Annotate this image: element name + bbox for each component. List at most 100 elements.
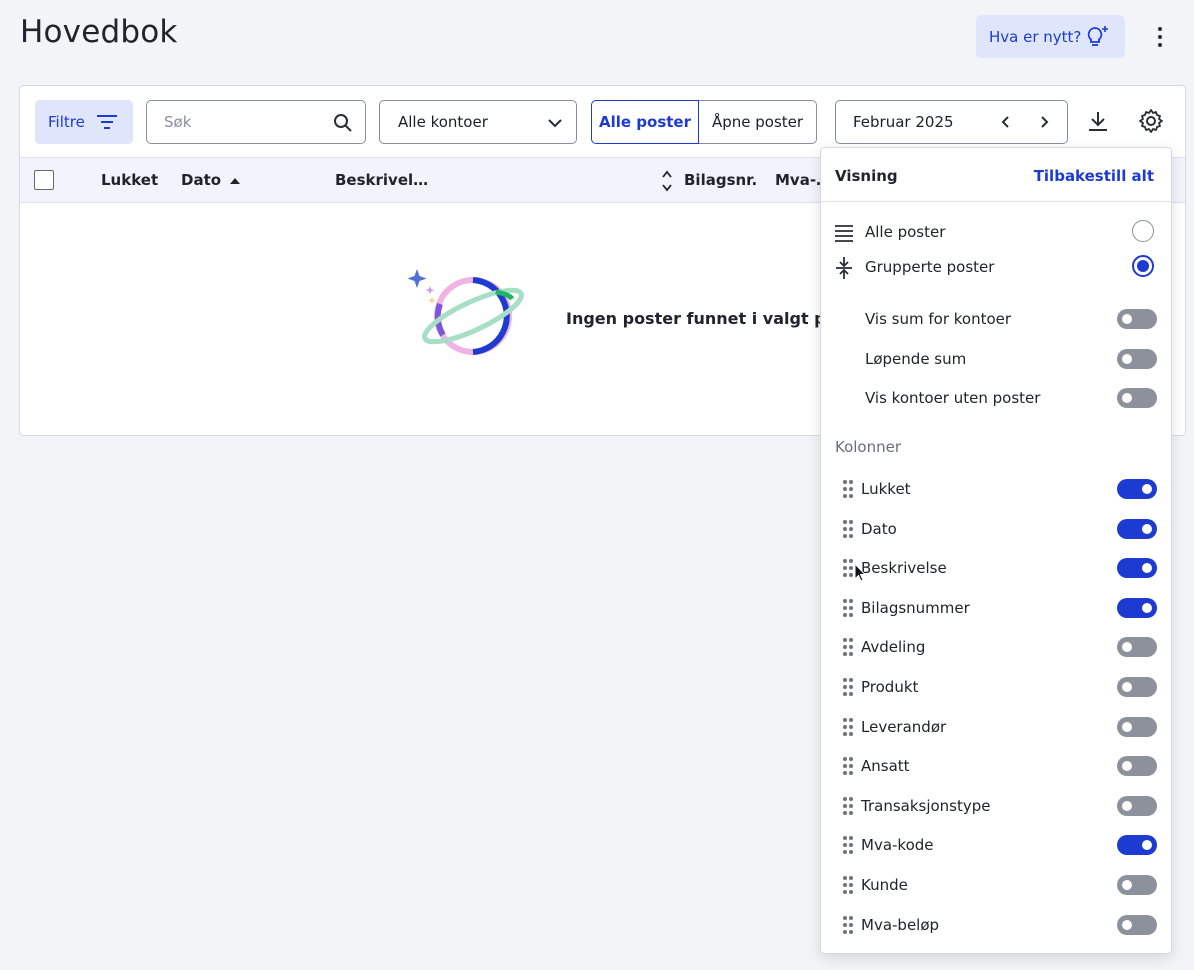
segment-open-entries[interactable]: Åpne poster <box>699 100 817 144</box>
collapse-rows-icon <box>836 257 852 279</box>
whats-new-label: Hva er nytt? <box>989 27 1082 46</box>
column-toggle-switch[interactable] <box>1117 479 1157 499</box>
column-toggle-row: Avdeling <box>821 632 1171 662</box>
column-toggle-label: Lukket <box>861 480 911 498</box>
column-header-description[interactable]: Beskrivel… <box>335 171 428 189</box>
download-icon[interactable] <box>1087 110 1109 132</box>
display-toggle-row: Vis kontoer uten poster <box>821 383 1171 413</box>
drag-handle-icon[interactable] <box>843 559 853 578</box>
search-input[interactable] <box>147 101 327 143</box>
filter-button[interactable]: Filtre <box>35 100 133 144</box>
view-option-grouped-radio[interactable] <box>1132 255 1154 277</box>
display-toggle-switch[interactable] <box>1117 348 1157 369</box>
account-select-value: Alle kontoer <box>398 113 488 131</box>
drag-handle-icon[interactable] <box>843 480 853 498</box>
search-icon[interactable] <box>333 113 353 133</box>
column-toggle-label: Bilagsnummer <box>861 598 970 617</box>
column-toggle-switch[interactable] <box>1117 518 1157 539</box>
column-toggle-switch[interactable] <box>1117 716 1157 737</box>
segment-all-entries[interactable]: Alle poster <box>591 100 699 144</box>
period-picker: Februar 2025 <box>835 100 1068 144</box>
reset-all-link[interactable]: Tilbakestill alt <box>1034 167 1154 185</box>
display-toggle-label: Vis kontoer uten poster <box>865 389 1041 407</box>
lightbulb-icon <box>1087 26 1108 46</box>
column-toggle-row: Ansatt <box>821 751 1171 781</box>
column-toggle-switch[interactable] <box>1117 756 1157 777</box>
column-toggle-label: Beskrivelse <box>861 559 947 578</box>
column-header-closed[interactable]: Lukket <box>101 171 158 189</box>
drag-handle-icon[interactable] <box>843 598 853 617</box>
column-toggle-row: Bilagsnummer <box>821 593 1171 623</box>
column-header-date[interactable]: Dato <box>181 171 221 189</box>
drag-handle-icon[interactable] <box>843 836 853 855</box>
drag-handle-icon[interactable] <box>843 876 853 894</box>
column-toggle-switch[interactable] <box>1117 914 1157 935</box>
column-toggle-label: Dato <box>861 519 897 538</box>
empty-state-message: Ingen poster funnet i valgt per <box>566 309 845 328</box>
drag-handle-icon[interactable] <box>843 638 853 657</box>
sort-both-icon[interactable] <box>661 169 673 193</box>
drag-handle-icon[interactable] <box>843 796 853 815</box>
column-toggle-row: Lukket <box>821 474 1171 504</box>
column-toggle-row: Mva-kode <box>821 830 1171 860</box>
view-option-grouped[interactable]: Grupperte poster <box>821 252 1171 282</box>
display-toggle-row: Vis sum for kontoer <box>821 304 1171 334</box>
column-toggle-label: Transaksjonstype <box>861 796 991 815</box>
column-toggle-row: Dato <box>821 514 1171 544</box>
display-toggle-label: Løpende sum <box>865 349 967 368</box>
page-title: Hovedbok <box>20 14 178 50</box>
column-toggle-switch[interactable] <box>1117 597 1157 618</box>
panel-title: Visning <box>835 167 898 185</box>
list-lines-icon <box>835 225 853 242</box>
column-toggle-switch[interactable] <box>1117 835 1157 856</box>
column-toggle-row: Leverandør <box>821 712 1171 742</box>
panel-header: Visning Tilbakestill alt <box>821 148 1171 202</box>
whats-new-button[interactable]: Hva er nytt? <box>976 15 1125 58</box>
drag-handle-icon[interactable] <box>843 519 853 538</box>
column-toggle-label: Avdeling <box>861 638 926 657</box>
column-header-voucher[interactable]: Bilagsnr. <box>684 171 757 189</box>
column-toggle-label: Leverandør <box>861 717 947 736</box>
column-toggle-switch[interactable] <box>1117 875 1157 895</box>
column-toggle-row: Mva-beløp <box>821 910 1171 940</box>
drag-handle-icon[interactable] <box>843 757 853 776</box>
column-toggle-switch[interactable] <box>1117 677 1157 697</box>
column-toggle-switch[interactable] <box>1117 795 1157 816</box>
column-toggle-label: Ansatt <box>861 757 910 776</box>
filter-label: Filtre <box>48 113 85 131</box>
select-all-checkbox[interactable] <box>34 170 54 190</box>
period-value[interactable]: Februar 2025 <box>853 113 954 131</box>
chevron-right-icon[interactable] <box>1036 113 1052 131</box>
drag-handle-icon[interactable] <box>843 717 853 736</box>
search-box <box>146 100 366 144</box>
chevron-left-icon[interactable] <box>998 113 1014 131</box>
chevron-down-icon <box>548 119 562 128</box>
column-toggle-switch[interactable] <box>1117 637 1157 658</box>
column-toggle-label: Produkt <box>861 678 919 696</box>
settings-gear-icon[interactable] <box>1138 108 1164 134</box>
view-option-all-radio[interactable] <box>1132 220 1154 242</box>
more-options-icon[interactable] <box>1150 24 1170 50</box>
drag-handle-icon[interactable] <box>843 678 853 696</box>
column-toggle-row: Transaksjonstype <box>821 791 1171 821</box>
column-toggle-label: Mva-kode <box>861 836 934 855</box>
entry-filter-segment: Alle poster Åpne poster <box>591 100 817 144</box>
sort-ascending-icon[interactable] <box>229 177 241 185</box>
mouse-cursor-icon <box>854 563 866 582</box>
view-option-grouped-label: Grupperte poster <box>865 258 995 276</box>
display-toggle-switch[interactable] <box>1117 388 1157 408</box>
column-toggle-row: Produkt <box>821 672 1171 702</box>
view-settings-panel: Visning Tilbakestill alt Alle poster Gru… <box>820 147 1172 954</box>
column-toggle-row: Beskrivelse <box>821 553 1171 583</box>
display-toggle-switch[interactable] <box>1117 309 1157 329</box>
column-toggle-switch[interactable] <box>1117 558 1157 579</box>
column-toggle-label: Kunde <box>861 876 908 894</box>
account-select[interactable]: Alle kontoer <box>379 100 577 144</box>
view-option-all[interactable]: Alle poster <box>821 217 1171 247</box>
view-option-all-label: Alle poster <box>865 223 946 241</box>
columns-section-label: Kolonner <box>835 438 902 456</box>
column-toggle-label: Mva-beløp <box>861 915 940 934</box>
display-toggle-row: Løpende sum <box>821 344 1171 374</box>
column-toggle-row: Kunde <box>821 870 1171 900</box>
drag-handle-icon[interactable] <box>843 915 853 934</box>
